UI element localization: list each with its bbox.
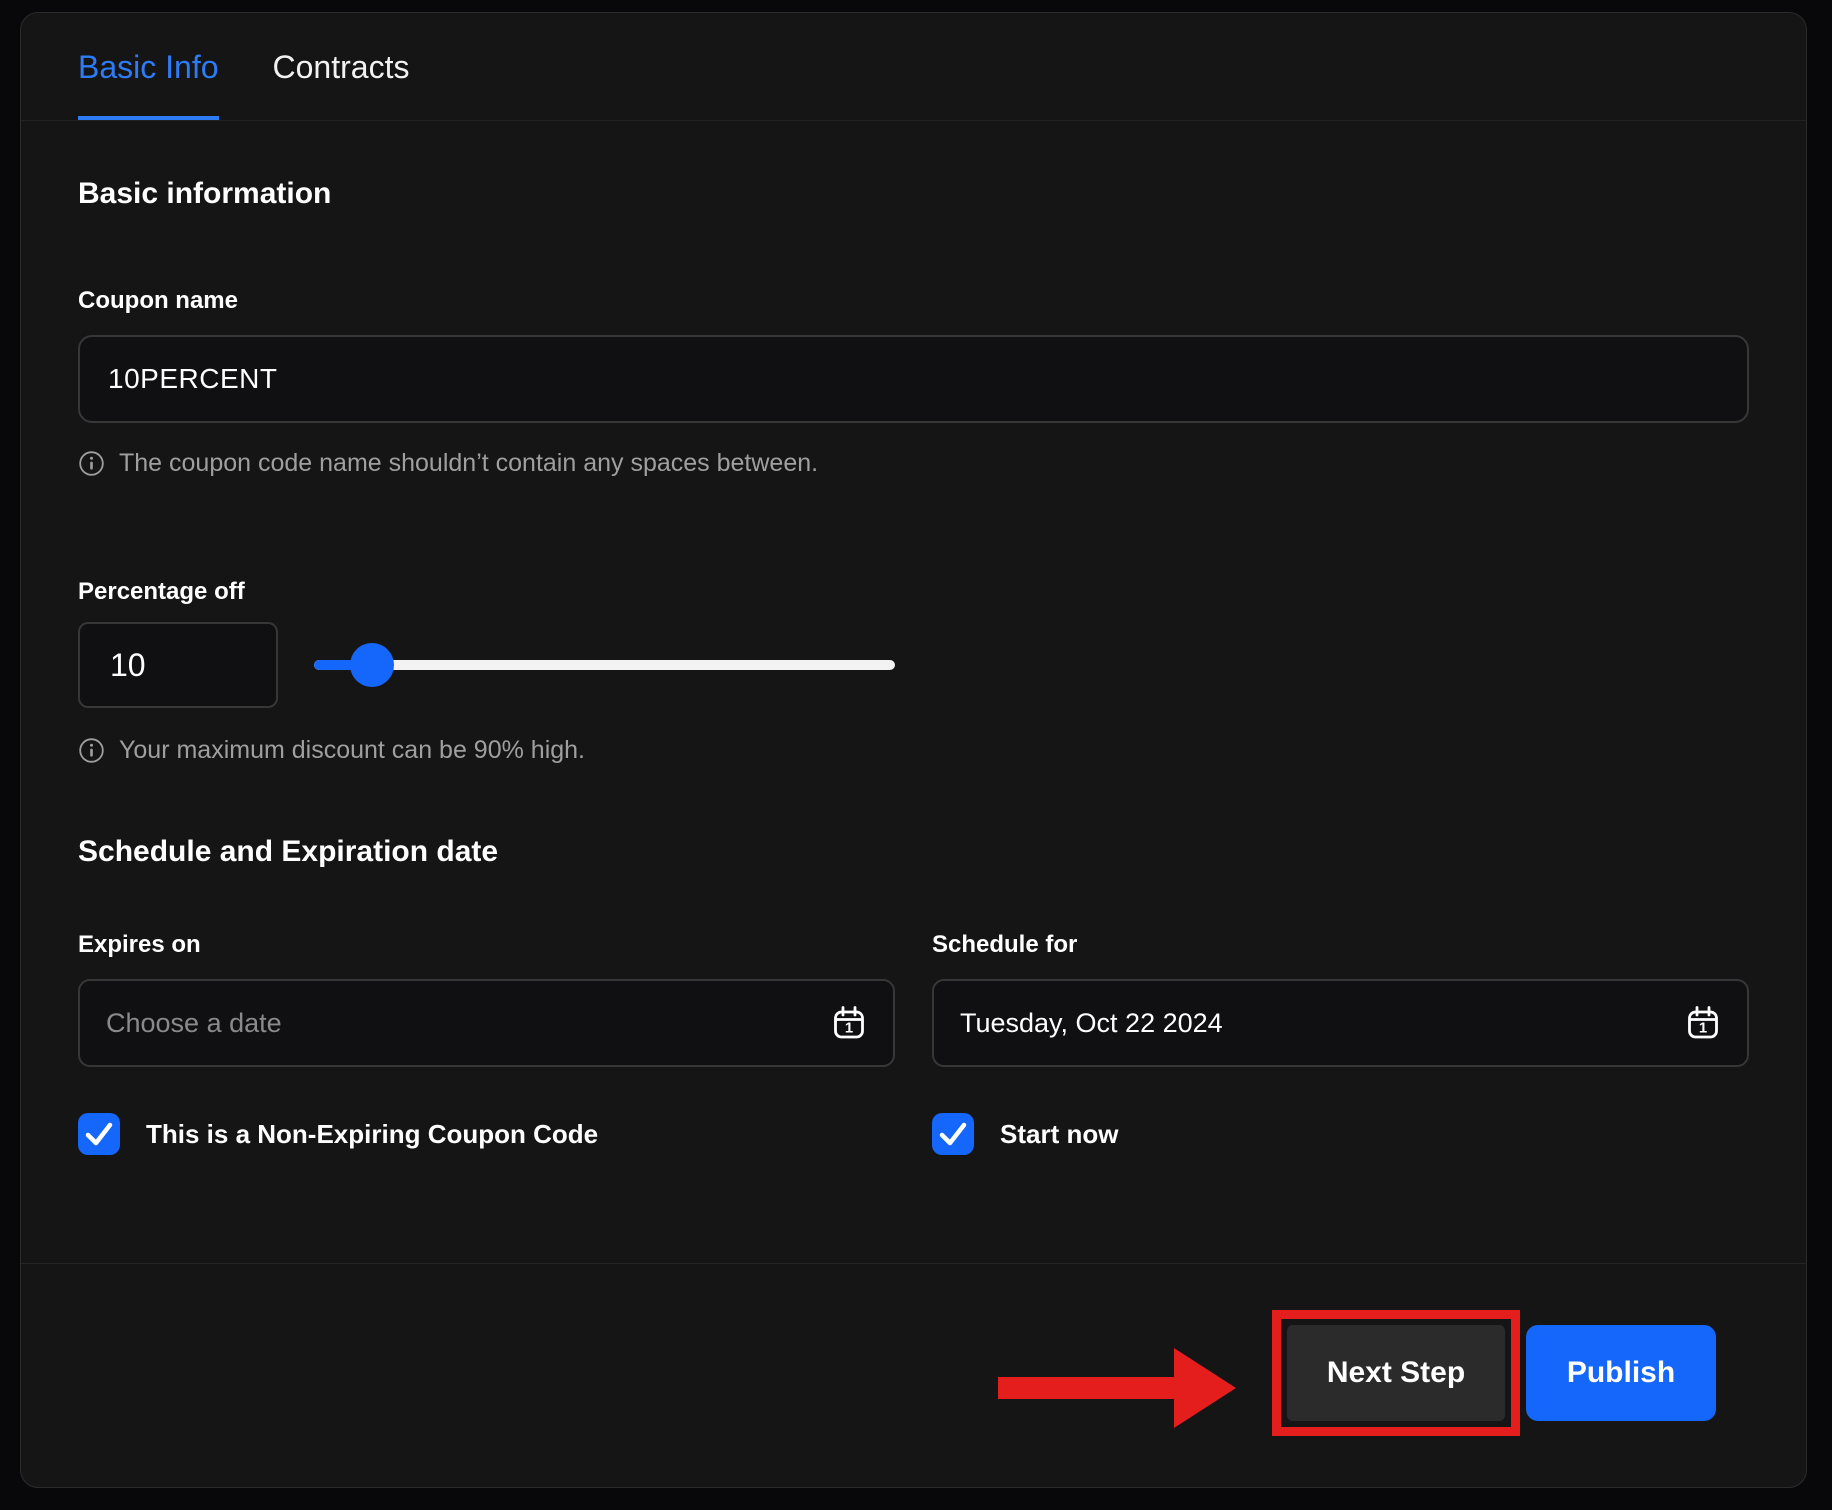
tab-basic-info[interactable]: Basic Info <box>78 49 219 120</box>
coupon-form-card: Basic Info Contracts Basic information C… <box>20 12 1807 1488</box>
form-footer: Next Step Publish <box>21 1263 1806 1436</box>
expires-on-input[interactable]: Choose a date 1 <box>78 979 895 1067</box>
tab-basic-info-label: Basic Info <box>78 49 219 85</box>
non-expiring-row: This is a Non-Expiring Coupon Code <box>78 1113 895 1155</box>
calendar-icon[interactable]: 1 <box>1685 1005 1721 1041</box>
basic-information-title: Basic information <box>78 177 1749 211</box>
percentage-off-row <box>78 622 1749 708</box>
slider-track[interactable] <box>314 660 895 670</box>
start-now-label: Start now <box>1000 1119 1118 1150</box>
start-now-row: Start now <box>932 1113 1749 1155</box>
percentage-off-hint: Your maximum discount can be 90% high. <box>78 736 1749 765</box>
schedule-section-title: Schedule and Expiration date <box>78 835 1749 869</box>
publish-button[interactable]: Publish <box>1526 1325 1716 1421</box>
schedule-for-column: Schedule for Tuesday, Oct 22 2024 1 <box>932 931 1749 1155</box>
coupon-name-hint: The coupon code name shouldn’t contain a… <box>78 449 1749 478</box>
info-icon <box>78 450 105 477</box>
info-icon <box>78 737 105 764</box>
schedule-for-value: Tuesday, Oct 22 2024 <box>960 1008 1223 1039</box>
checkmark-icon <box>932 1113 974 1155</box>
percentage-off-hint-text: Your maximum discount can be 90% high. <box>119 736 585 765</box>
svg-text:1: 1 <box>845 1020 853 1037</box>
schedule-for-label: Schedule for <box>932 931 1749 959</box>
non-expiring-label: This is a Non-Expiring Coupon Code <box>146 1119 598 1150</box>
annotation-highlight-box: Next Step <box>1272 1310 1520 1436</box>
percentage-slider[interactable] <box>314 643 895 687</box>
calendar-icon[interactable]: 1 <box>831 1005 867 1041</box>
schedule-for-input[interactable]: Tuesday, Oct 22 2024 1 <box>932 979 1749 1067</box>
coupon-name-input[interactable] <box>78 335 1749 423</box>
checkmark-icon <box>78 1113 120 1155</box>
form-content: Basic information Coupon name The coupon… <box>21 177 1806 1155</box>
expires-on-placeholder: Choose a date <box>106 1008 282 1039</box>
tab-contracts[interactable]: Contracts <box>273 49 410 120</box>
next-step-button[interactable]: Next Step <box>1287 1325 1505 1421</box>
coupon-name-hint-text: The coupon code name shouldn’t contain a… <box>119 449 818 478</box>
tab-bar: Basic Info Contracts <box>21 13 1806 121</box>
annotation-arrow-icon <box>998 1346 1236 1430</box>
start-now-checkbox[interactable] <box>932 1113 974 1155</box>
expires-on-label: Expires on <box>78 931 895 959</box>
tab-contracts-label: Contracts <box>273 49 410 85</box>
schedule-grid: Expires on Choose a date 1 <box>78 931 1749 1155</box>
non-expiring-checkbox[interactable] <box>78 1113 120 1155</box>
slider-thumb[interactable] <box>350 643 394 687</box>
percentage-off-input[interactable] <box>78 622 278 708</box>
svg-text:1: 1 <box>1699 1020 1707 1037</box>
percentage-off-label: Percentage off <box>78 578 1749 606</box>
coupon-name-label: Coupon name <box>78 287 1749 315</box>
expires-on-column: Expires on Choose a date 1 <box>78 931 895 1155</box>
